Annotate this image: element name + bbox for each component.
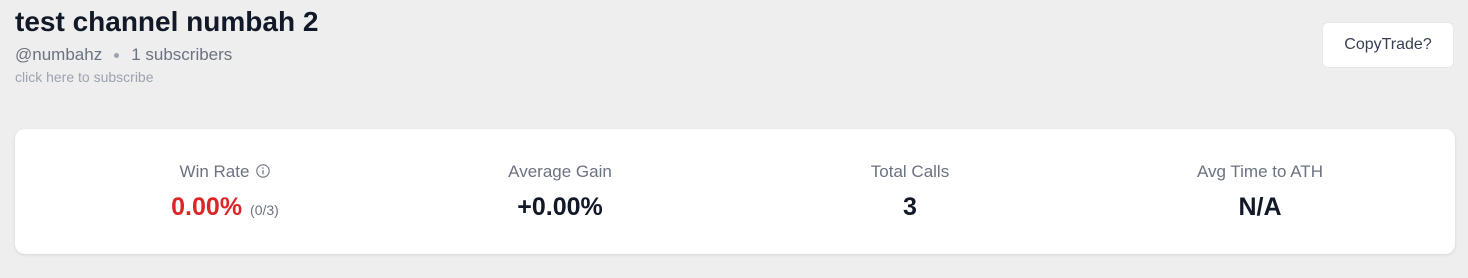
channel-handle: @numbahz xyxy=(15,45,103,64)
info-icon[interactable] xyxy=(256,162,271,178)
stat-value-average-gain: +0.00% xyxy=(517,193,603,221)
stat-value-avg-time-to-ath: N/A xyxy=(1238,193,1282,221)
subscribe-link[interactable]: click here to subscribe xyxy=(15,68,318,86)
win-rate-ratio: (0/3) xyxy=(250,202,279,218)
stat-avg-time-to-ath: Avg Time to ATH N/A xyxy=(1110,161,1410,221)
stat-win-rate: Win Rate 0.00% (0/3) xyxy=(75,161,375,224)
stat-average-gain: Average Gain +0.00% xyxy=(410,161,710,221)
stat-total-calls: Total Calls 3 xyxy=(760,161,1060,221)
channel-title: test channel numbah 2 xyxy=(15,6,319,37)
stat-label-total-calls: Total Calls xyxy=(870,162,950,181)
stats-card: Win Rate 0.00% (0/3) Average Gain +0.00% … xyxy=(15,129,1455,254)
copytrade-button[interactable]: CopyTrade? xyxy=(1322,22,1454,68)
stat-label-average-gain: Average Gain xyxy=(508,162,612,181)
stat-label-avg-time-to-ath: Avg Time to ATH xyxy=(1197,162,1323,181)
stat-label-win-rate: Win Rate xyxy=(179,162,250,181)
subscriber-count: 1 subscribers xyxy=(131,45,233,64)
channel-meta: @numbahz 1 subscribers xyxy=(15,44,318,66)
stat-value-total-calls: 3 xyxy=(903,193,917,221)
separator-dot-icon xyxy=(114,52,120,58)
channel-header: test channel numbah 2 @numbahz 1 subscri… xyxy=(15,4,318,86)
stat-value-win-rate: 0.00% xyxy=(171,193,243,221)
